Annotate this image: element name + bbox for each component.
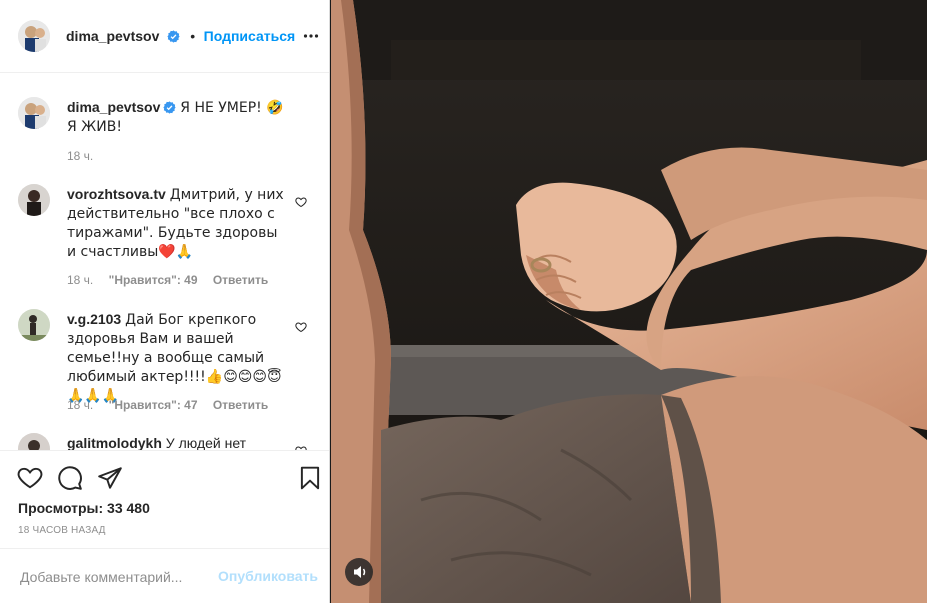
small-heart-icon[interactable] — [295, 196, 307, 208]
caption-username[interactable]: dima_pevtsov — [67, 99, 160, 115]
caption-avatar[interactable] — [18, 97, 50, 129]
comment-likes[interactable]: "Нравится": 47 — [109, 398, 198, 412]
share-icon[interactable] — [97, 465, 123, 491]
heart-icon[interactable] — [17, 465, 43, 491]
bookmark-icon[interactable] — [297, 465, 323, 491]
reply-button[interactable]: Ответить — [213, 398, 268, 412]
video-frame-image — [331, 0, 927, 603]
verified-badge-icon — [163, 101, 176, 114]
commenter-avatar[interactable] — [18, 433, 50, 450]
comment-text-block: v.g.2103 Дай Бог крепкого здоровья Вам и… — [67, 310, 285, 405]
small-heart-icon[interactable] — [295, 321, 307, 333]
comments-list[interactable]: dima_pevtsov Я НЕ УМЕР! 🤣 Я ЖИВ! 18 ч. v… — [0, 74, 329, 450]
more-options-icon[interactable] — [303, 28, 319, 44]
comment-icon[interactable] — [57, 465, 83, 491]
comment-meta: 18 ч. "Нравится": 47 Ответить — [67, 398, 280, 412]
caption-text-block: dima_pevtsov Я НЕ УМЕР! 🤣 Я ЖИВ! — [67, 98, 285, 136]
author-avatar[interactable] — [18, 20, 50, 52]
post-side-panel: dima_pevtsov • Подписаться dima_pevtsov … — [0, 0, 330, 603]
post-video[interactable] — [331, 0, 927, 603]
post-header: dima_pevtsov • Подписаться — [0, 0, 329, 73]
comment-input[interactable] — [18, 566, 217, 588]
comment-text-block: galitmolodykh У людей нет — [67, 434, 285, 450]
author-username[interactable]: dima_pevtsov — [66, 28, 159, 44]
commenter-avatar[interactable] — [18, 309, 50, 341]
comment-meta: 18 ч. "Нравится": 49 Ответить — [67, 273, 280, 287]
caption-meta: 18 ч. — [67, 149, 105, 163]
comment-username[interactable]: v.g.2103 — [67, 311, 121, 327]
comment-time[interactable]: 18 ч. — [67, 398, 93, 412]
comment-likes[interactable]: "Нравится": 49 — [109, 273, 198, 287]
add-comment-bar: Опубликовать — [0, 548, 329, 603]
publish-button[interactable]: Опубликовать — [218, 568, 318, 584]
verified-badge-icon — [167, 30, 180, 43]
post-actions: Просмотры: 33 480 18 ЧАСОВ НАЗАД — [0, 450, 329, 550]
comment-text: У людей нет — [165, 435, 247, 450]
comment-time[interactable]: 18 ч. — [67, 273, 93, 287]
sound-toggle-icon — [354, 566, 366, 578]
comment-username[interactable]: galitmolodykh — [67, 435, 162, 450]
sound-toggle-button[interactable] — [345, 558, 373, 586]
comment-username[interactable]: vorozhtsova.tv — [67, 186, 166, 202]
view-count[interactable]: Просмотры: 33 480 — [18, 500, 150, 516]
reply-button[interactable]: Ответить — [213, 273, 268, 287]
separator-dot: • — [190, 28, 196, 44]
commenter-avatar[interactable] — [18, 184, 50, 216]
header-line: dima_pevtsov • Подписаться — [66, 28, 295, 46]
follow-button[interactable]: Подписаться — [204, 28, 296, 44]
post-timestamp[interactable]: 18 ЧАСОВ НАЗАД — [18, 525, 106, 536]
comment-text-block: vorozhtsova.tv Дмитрий, у них действител… — [67, 185, 285, 261]
caption-time[interactable]: 18 ч. — [67, 149, 93, 163]
